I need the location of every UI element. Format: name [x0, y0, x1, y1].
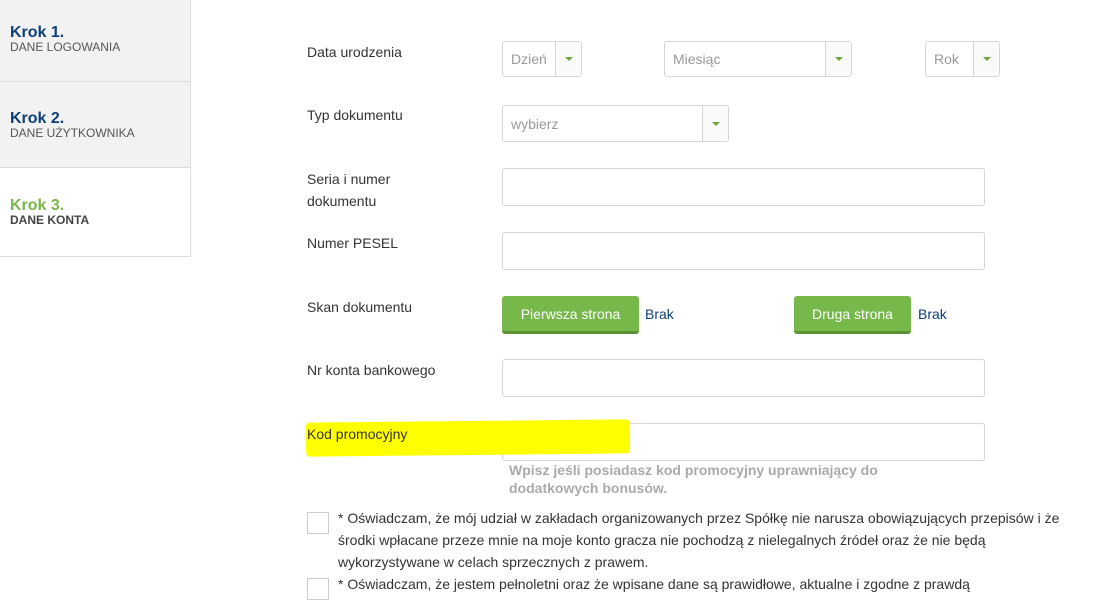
- step-2[interactable]: Krok 2. DANE UŻYTKOWNIKA: [0, 82, 191, 168]
- scan-label: Skan dokumentu: [307, 299, 413, 315]
- chevron-down-icon: [702, 106, 728, 141]
- pesel-label: Numer PESEL: [307, 235, 399, 251]
- consent-adult-text: * Oświadczam, że jestem pełnoletni oraz …: [338, 576, 970, 592]
- doc-number-input[interactable]: [502, 168, 985, 206]
- step-3[interactable]: Krok 3. DANE KONTA: [0, 169, 191, 257]
- steps-sidebar: Krok 1. DANE LOGOWANIA Krok 2. DANE UŻYT…: [0, 0, 192, 607]
- consent-legal-checkbox[interactable]: [307, 512, 329, 534]
- doc-type-label: Typ dokumentu: [307, 107, 403, 123]
- back-page-status: Brak: [918, 306, 947, 322]
- doc-type-select[interactable]: wybierz: [502, 105, 729, 142]
- birth-month-select[interactable]: Miesiąc: [664, 41, 852, 77]
- bank-account-label: Nr konta bankowego: [307, 362, 436, 378]
- step-1[interactable]: Krok 1. DANE LOGOWANIA: [0, 0, 191, 82]
- pesel-input[interactable]: [502, 232, 985, 270]
- step-1-title: Krok 1.: [10, 24, 65, 41]
- consent-legal-text: * Oświadczam, że mój udział w zakładach …: [338, 510, 1060, 570]
- front-page-upload-button[interactable]: Pierwsza strona: [502, 296, 639, 334]
- birth-month-value: Miesiąc: [673, 51, 721, 67]
- birth-year-value: Rok: [934, 51, 959, 67]
- front-page-status: Brak: [645, 306, 674, 322]
- doc-number-label: Seria i numer dokumentu: [307, 171, 391, 209]
- promo-code-label: Kod promocyjny: [307, 426, 408, 442]
- promo-code-hint: Wpisz jeśli posiadasz kod promocyjny upr…: [509, 462, 878, 496]
- chevron-down-icon: [555, 42, 581, 76]
- bank-account-input[interactable]: [502, 359, 985, 397]
- step-2-title: Krok 2.: [10, 110, 65, 127]
- doc-type-value: wybierz: [511, 116, 559, 132]
- step-3-subtitle: DANE KONTA: [10, 213, 90, 227]
- consent-adult-checkbox[interactable]: [307, 578, 329, 600]
- chevron-down-icon: [825, 42, 851, 76]
- chevron-down-icon: [973, 42, 999, 76]
- step-1-subtitle: DANE LOGOWANIA: [10, 40, 121, 54]
- step-2-subtitle: DANE UŻYTKOWNIKA: [10, 126, 135, 140]
- birth-day-value: Dzień: [511, 51, 547, 67]
- birthdate-label: Data urodzenia: [307, 44, 402, 60]
- back-page-upload-button[interactable]: Druga strona: [794, 296, 911, 334]
- birth-year-select[interactable]: Rok: [925, 41, 1000, 77]
- birth-day-select[interactable]: Dzień: [502, 41, 582, 77]
- step-3-title: Krok 3.: [10, 197, 65, 214]
